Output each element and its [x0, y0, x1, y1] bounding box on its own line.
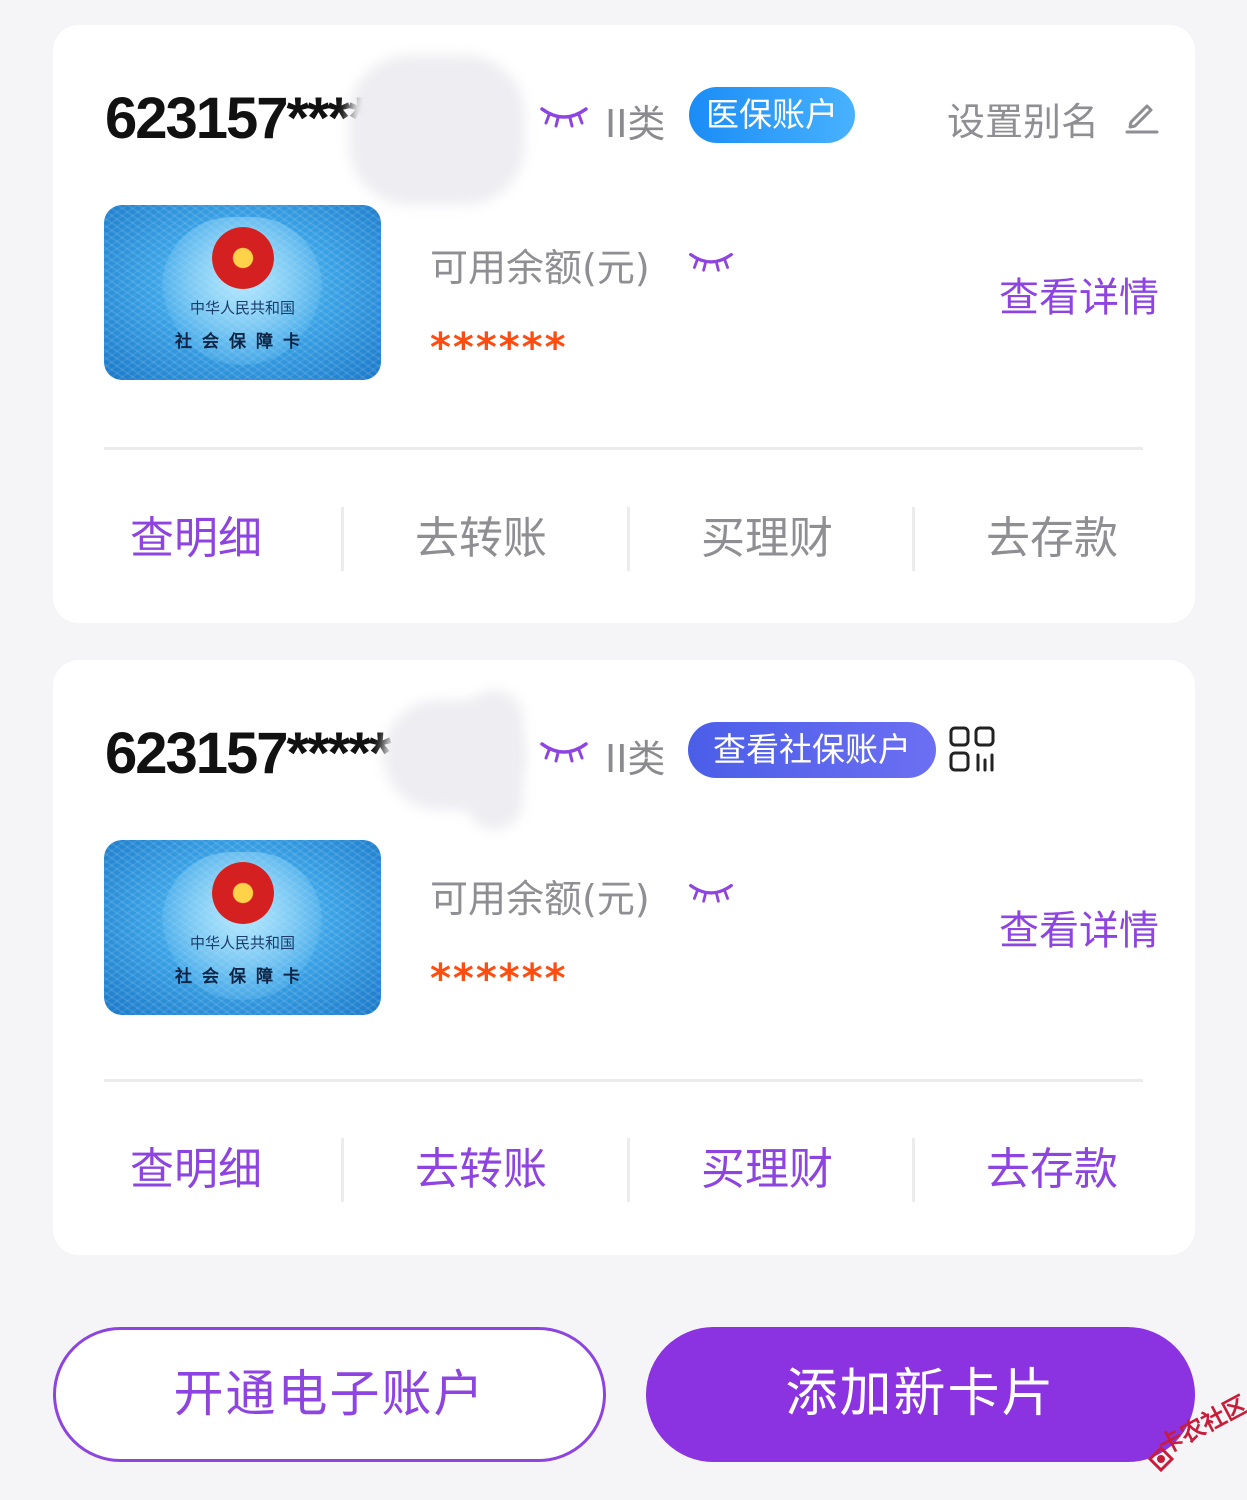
action-bar: 查明细 去转账 买理财 去存款 [53, 1138, 1195, 1202]
buy-wealth-product-button[interactable]: 买理财 [624, 507, 910, 571]
card-text-line2: 社会保障卡 [175, 967, 310, 987]
balance-value: ****** [430, 325, 568, 371]
buy-wealth-product-button[interactable]: 买理财 [624, 1138, 910, 1202]
card-text-line1: 中华人民共和国 [189, 934, 295, 952]
social-security-card-image: 中华人民共和国 社会保障卡 [104, 205, 381, 380]
view-details-link[interactable]: 查看详情 [999, 898, 1159, 956]
social-security-card-image: 中华人民共和国 社会保障卡 [104, 840, 381, 1015]
balance-label: 可用余额(元) [430, 246, 650, 290]
transfer-button[interactable]: 去转账 [338, 1138, 624, 1202]
redaction-blur [349, 55, 525, 205]
add-new-card-button[interactable]: 添加新卡片 [646, 1327, 1195, 1462]
divider [104, 1079, 1143, 1082]
eye-closed-icon[interactable] [687, 249, 735, 273]
deposit-button[interactable]: 去存款 [909, 1138, 1195, 1202]
pencil-icon[interactable] [1123, 98, 1159, 134]
deposit-button[interactable]: 去存款 [909, 507, 1195, 571]
account-number: 623157**** [105, 86, 371, 151]
view-transactions-button[interactable]: 查明细 [53, 507, 339, 571]
view-social-security-account-tag[interactable]: 查看社保账户 [688, 722, 936, 778]
medical-account-tag[interactable]: 医保账户 [689, 87, 855, 143]
national-emblem-icon [212, 227, 274, 289]
account-card: 623157*****62 II类 查看社保账户 中华人民共和国 社会保障卡 可… [53, 660, 1195, 1255]
account-class: II类 [605, 737, 666, 781]
account-class: II类 [605, 102, 666, 146]
open-e-account-button[interactable]: 开通电子账户 [53, 1327, 606, 1462]
action-bar: 查明细 去转账 买理财 去存款 [53, 507, 1195, 571]
eye-closed-icon[interactable] [539, 738, 589, 764]
transfer-button[interactable]: 去转账 [338, 507, 624, 571]
divider [104, 447, 1143, 450]
account-number-masked: 623157***** [105, 721, 391, 786]
balance-value: ****** [430, 956, 568, 1002]
qr-code-icon[interactable] [949, 726, 995, 772]
set-alias-link[interactable]: 设置别名 [947, 91, 1099, 146]
national-emblem-icon [212, 862, 274, 924]
eye-closed-icon[interactable] [539, 103, 589, 129]
view-details-link[interactable]: 查看详情 [999, 265, 1159, 323]
view-transactions-button[interactable]: 查明细 [53, 1138, 339, 1202]
eye-closed-icon[interactable] [687, 880, 735, 904]
balance-label: 可用余额(元) [430, 877, 650, 921]
card-text-line2: 社会保障卡 [175, 332, 310, 352]
card-text-line1: 中华人民共和国 [189, 299, 295, 317]
account-card: 623157**** II类 医保账户 设置别名 中华人民共和国 社会保障卡 可… [53, 25, 1195, 623]
